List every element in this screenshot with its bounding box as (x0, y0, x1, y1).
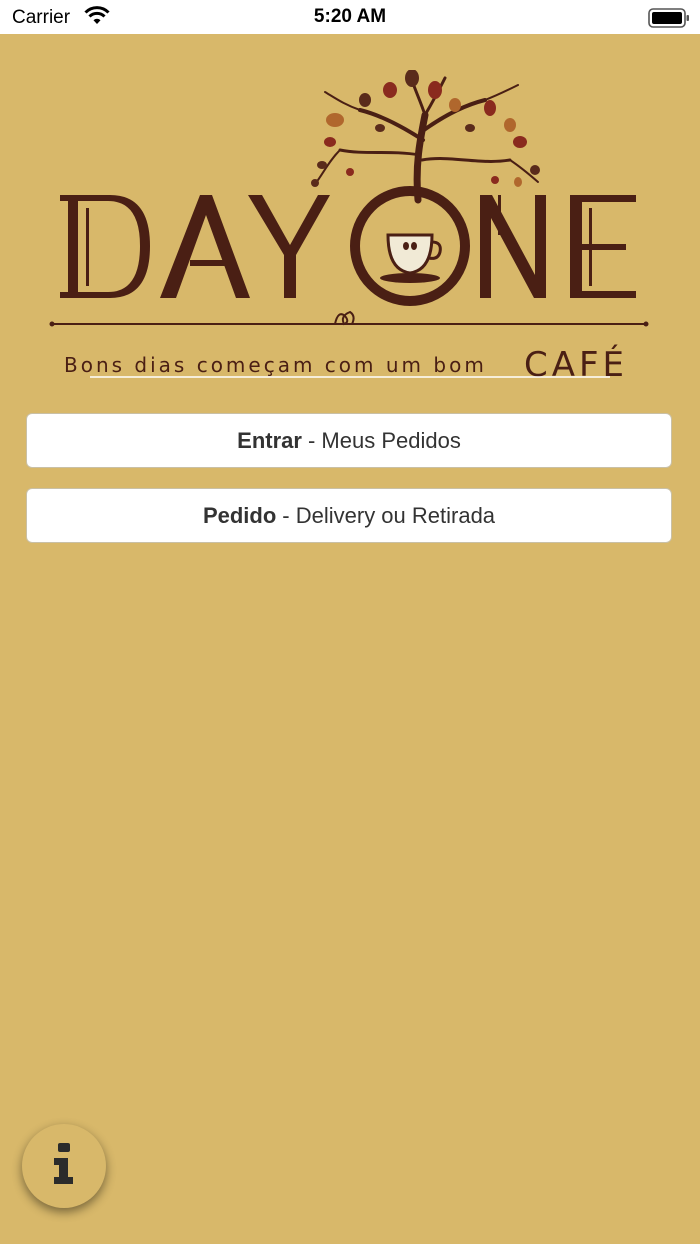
entrar-meus-pedidos-button[interactable]: Entrar - Meus Pedidos (26, 413, 672, 468)
info-icon (52, 1142, 76, 1190)
info-button[interactable] (22, 1124, 106, 1208)
pedido-label: Pedido (202, 502, 277, 528)
entrar-label: Entrar (237, 427, 302, 453)
tree-icon (317, 76, 539, 204)
status-bar: Carrier 5:20 AM (0, 0, 700, 34)
battery-icon (648, 8, 690, 33)
meus-pedidos-label: - Meus Pedidos (307, 427, 461, 453)
tagline: Bons dias começam com um bom (64, 353, 487, 377)
clock: 5:20 AM (313, 6, 387, 27)
delivery-retirada-label: - Delivery ou Retirada (282, 502, 496, 528)
tagline-cafe: CAFÉ (524, 344, 628, 385)
day-one-wordmark (60, 186, 636, 306)
day-one-logo: Bons dias começam com um bom CAFÉ (40, 69, 660, 390)
divider-line (49, 310, 649, 327)
pedido-delivery-button[interactable]: Pedido - Delivery ou Retirada (26, 488, 672, 543)
